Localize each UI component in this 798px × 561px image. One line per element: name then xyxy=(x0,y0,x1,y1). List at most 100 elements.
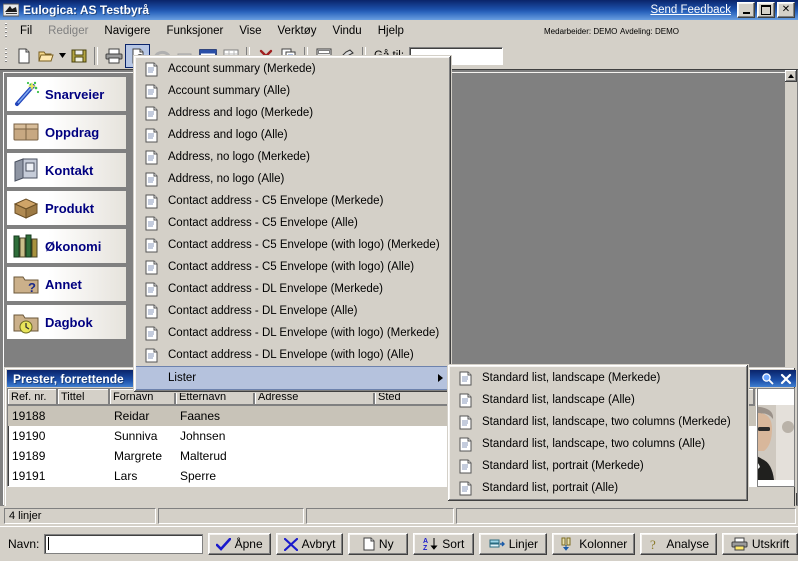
sort-az-icon: AZ xyxy=(423,538,438,551)
menu-item-account-summary-merkede[interactable]: Account summary (Merkede) xyxy=(136,58,449,80)
close-icon[interactable] xyxy=(778,372,793,386)
utskrift-button[interactable]: Utskrift xyxy=(722,533,798,555)
maximize-button[interactable] xyxy=(757,2,775,18)
analyse-button[interactable]: ? Analyse xyxy=(640,533,718,555)
sidebar-item-annet[interactable]: ? Annet xyxy=(7,267,126,301)
open-folder-icon[interactable] xyxy=(35,45,58,67)
status-panel-lines: 4 linjer xyxy=(4,508,156,524)
menu-item-label: Contact address - C5 Envelope (with logo… xyxy=(168,239,440,251)
window-title: Eulogica: AS Testbyrå xyxy=(23,3,150,17)
avbryt-button[interactable]: Avbryt xyxy=(275,533,344,555)
menu-item-label: Address, no logo (Alle) xyxy=(168,173,285,185)
sidebar-item-label: Produkt xyxy=(45,200,95,216)
submenu-item-portrait-alle[interactable]: Standard list, portrait (Alle) xyxy=(450,477,746,499)
apne-button[interactable]: Åpne xyxy=(207,533,271,555)
magic-wand-icon xyxy=(11,80,41,108)
document-icon xyxy=(138,326,164,341)
menu-item-c5-envelope-logo-merkede[interactable]: Contact address - C5 Envelope (with logo… xyxy=(136,234,449,256)
cell-etternavn: Johnsen xyxy=(180,429,226,443)
cell-fornavn: Sunniva xyxy=(114,429,158,443)
cell-fornavn: Lars xyxy=(114,469,138,483)
sidebar-item-label: Økonomi xyxy=(45,238,102,254)
cell-refnr: 19190 xyxy=(12,429,46,443)
menu-item-label: Account summary (Merkede) xyxy=(168,63,316,75)
sidebar-item-produkt[interactable]: Produkt xyxy=(7,191,126,225)
open-dropdown-arrow-icon[interactable] xyxy=(58,45,67,67)
menu-item-dl-envelope-alle[interactable]: Contact address - DL Envelope (Alle) xyxy=(136,300,449,322)
linjer-button[interactable]: Linjer xyxy=(479,533,548,555)
check-icon xyxy=(215,537,231,551)
close-button[interactable]: ✕ xyxy=(777,2,795,18)
menu-item-label: Lister xyxy=(168,372,197,384)
cell-refnr: 19188 xyxy=(12,409,46,423)
document-icon xyxy=(452,371,478,386)
submenu-item-portrait-merkede[interactable]: Standard list, portrait (Merkede) xyxy=(450,455,746,477)
menu-item-c5-envelope-logo-alle[interactable]: Contact address - C5 Envelope (with logo… xyxy=(136,256,449,278)
menu-item-address-and-logo-alle[interactable]: Address and logo (Alle) xyxy=(136,124,449,146)
command-bar: Navn: Åpne Avbryt Ny AZ Sort Linjer Kolo… xyxy=(0,526,798,561)
sidebar-item-label: Oppdrag xyxy=(45,124,100,140)
sidebar-item-snarveier[interactable]: Snarveier xyxy=(7,77,126,111)
menu-item-address-no-logo-alle[interactable]: Address, no logo (Alle) xyxy=(136,168,449,190)
menu-item-account-summary-alle[interactable]: Account summary (Alle) xyxy=(136,80,449,102)
ny-button-label: Ny xyxy=(378,537,394,551)
menu-item-lister[interactable]: Lister xyxy=(136,366,449,390)
employee-label: Medarbeider: DEMO xyxy=(544,27,618,36)
submenu-item-landscape-merkede[interactable]: Standard list, landscape (Merkede) xyxy=(450,367,746,389)
status-panel-2 xyxy=(158,508,304,524)
submenu-item-label: Standard list, landscape (Merkede) xyxy=(482,372,661,384)
menu-item-address-and-logo-merkede[interactable]: Address and logo (Merkede) xyxy=(136,102,449,124)
menu-item-address-no-logo-merkede[interactable]: Address, no logo (Merkede) xyxy=(136,146,449,168)
folder-question-icon: ? xyxy=(11,270,41,298)
menu-item-dl-envelope-logo-merkede[interactable]: Contact address - DL Envelope (with logo… xyxy=(136,322,449,344)
sidebar-item-dagbok[interactable]: Dagbok xyxy=(7,305,126,339)
menu-item-c5-envelope-merkede[interactable]: Contact address - C5 Envelope (Merkede) xyxy=(136,190,449,212)
sort-button-label: Sort xyxy=(442,537,465,551)
column-header-tittel[interactable]: Tittel xyxy=(58,389,110,406)
question-mark-icon: ? xyxy=(650,537,656,551)
document-icon xyxy=(138,194,164,209)
sidebar-item-okonomi[interactable]: Økonomi xyxy=(7,229,126,263)
send-feedback-link[interactable]: Send Feedback xyxy=(650,4,731,16)
toolbar-separator xyxy=(94,46,98,65)
kolonner-button-label: Kolonner xyxy=(579,537,628,551)
sidebar-item-oppdrag[interactable]: Oppdrag xyxy=(7,115,126,149)
submenu-item-landscape-two-columns-alle[interactable]: Standard list, landscape, two columns (A… xyxy=(450,433,746,455)
menu-item-label: Contact address - C5 Envelope (with logo… xyxy=(168,261,415,273)
person-portrait-photo xyxy=(758,405,794,480)
sidebar-item-kontakt[interactable]: Kontakt xyxy=(7,153,126,187)
print-icon[interactable] xyxy=(102,45,125,67)
menu-item-label: Address and logo (Alle) xyxy=(168,129,288,141)
minimize-button[interactable] xyxy=(737,2,755,18)
ny-button[interactable]: Ny xyxy=(348,533,409,555)
avbryt-button-label: Avbryt xyxy=(301,537,336,551)
books-icon xyxy=(11,232,41,260)
analyse-button-label: Analyse xyxy=(666,537,710,551)
cell-etternavn: Faanes xyxy=(180,409,221,423)
new-document-icon[interactable] xyxy=(12,45,35,67)
scroll-up-button[interactable] xyxy=(785,70,797,82)
window-titlebar: Eulogica: AS Testbyrå Send Feedback ✕ xyxy=(0,0,798,20)
menu-item-dl-envelope-merkede[interactable]: Contact address - DL Envelope (Merkede) xyxy=(136,278,449,300)
status-bar: 4 linjer xyxy=(0,506,798,526)
menu-item-dl-envelope-logo-alle[interactable]: Contact address - DL Envelope (with logo… xyxy=(136,344,449,366)
magnifier-icon[interactable] xyxy=(760,372,775,386)
window-controls: ✕ xyxy=(737,2,795,18)
submenu-item-landscape-two-columns-merkede[interactable]: Standard list, landscape, two columns (M… xyxy=(450,411,746,433)
menu-item-label: Contact address - DL Envelope (Alle) xyxy=(168,305,358,317)
menu-item-c5-envelope-alle[interactable]: Contact address - C5 Envelope (Alle) xyxy=(136,212,449,234)
submenu-item-landscape-alle[interactable]: Standard list, landscape (Alle) xyxy=(450,389,746,411)
submenu-item-label: Standard list, landscape (Alle) xyxy=(482,394,635,406)
menu-item-label: Address, no logo (Merkede) xyxy=(168,151,310,163)
svg-text:A: A xyxy=(423,538,428,545)
sort-button[interactable]: AZ Sort xyxy=(413,533,475,555)
document-icon xyxy=(138,128,164,143)
menu-item-label: Contact address - DL Envelope (Merkede) xyxy=(168,283,383,295)
cell-fornavn: Reidar xyxy=(114,409,150,423)
column-header-refnr[interactable]: Ref. nr. xyxy=(8,389,58,406)
name-input[interactable] xyxy=(44,534,203,554)
save-disk-icon[interactable] xyxy=(67,45,90,67)
kolonner-button[interactable]: Kolonner xyxy=(552,533,636,555)
toolbar-grip[interactable] xyxy=(3,47,10,64)
lister-submenu: Standard list, landscape (Merkede) Stand… xyxy=(447,364,749,502)
